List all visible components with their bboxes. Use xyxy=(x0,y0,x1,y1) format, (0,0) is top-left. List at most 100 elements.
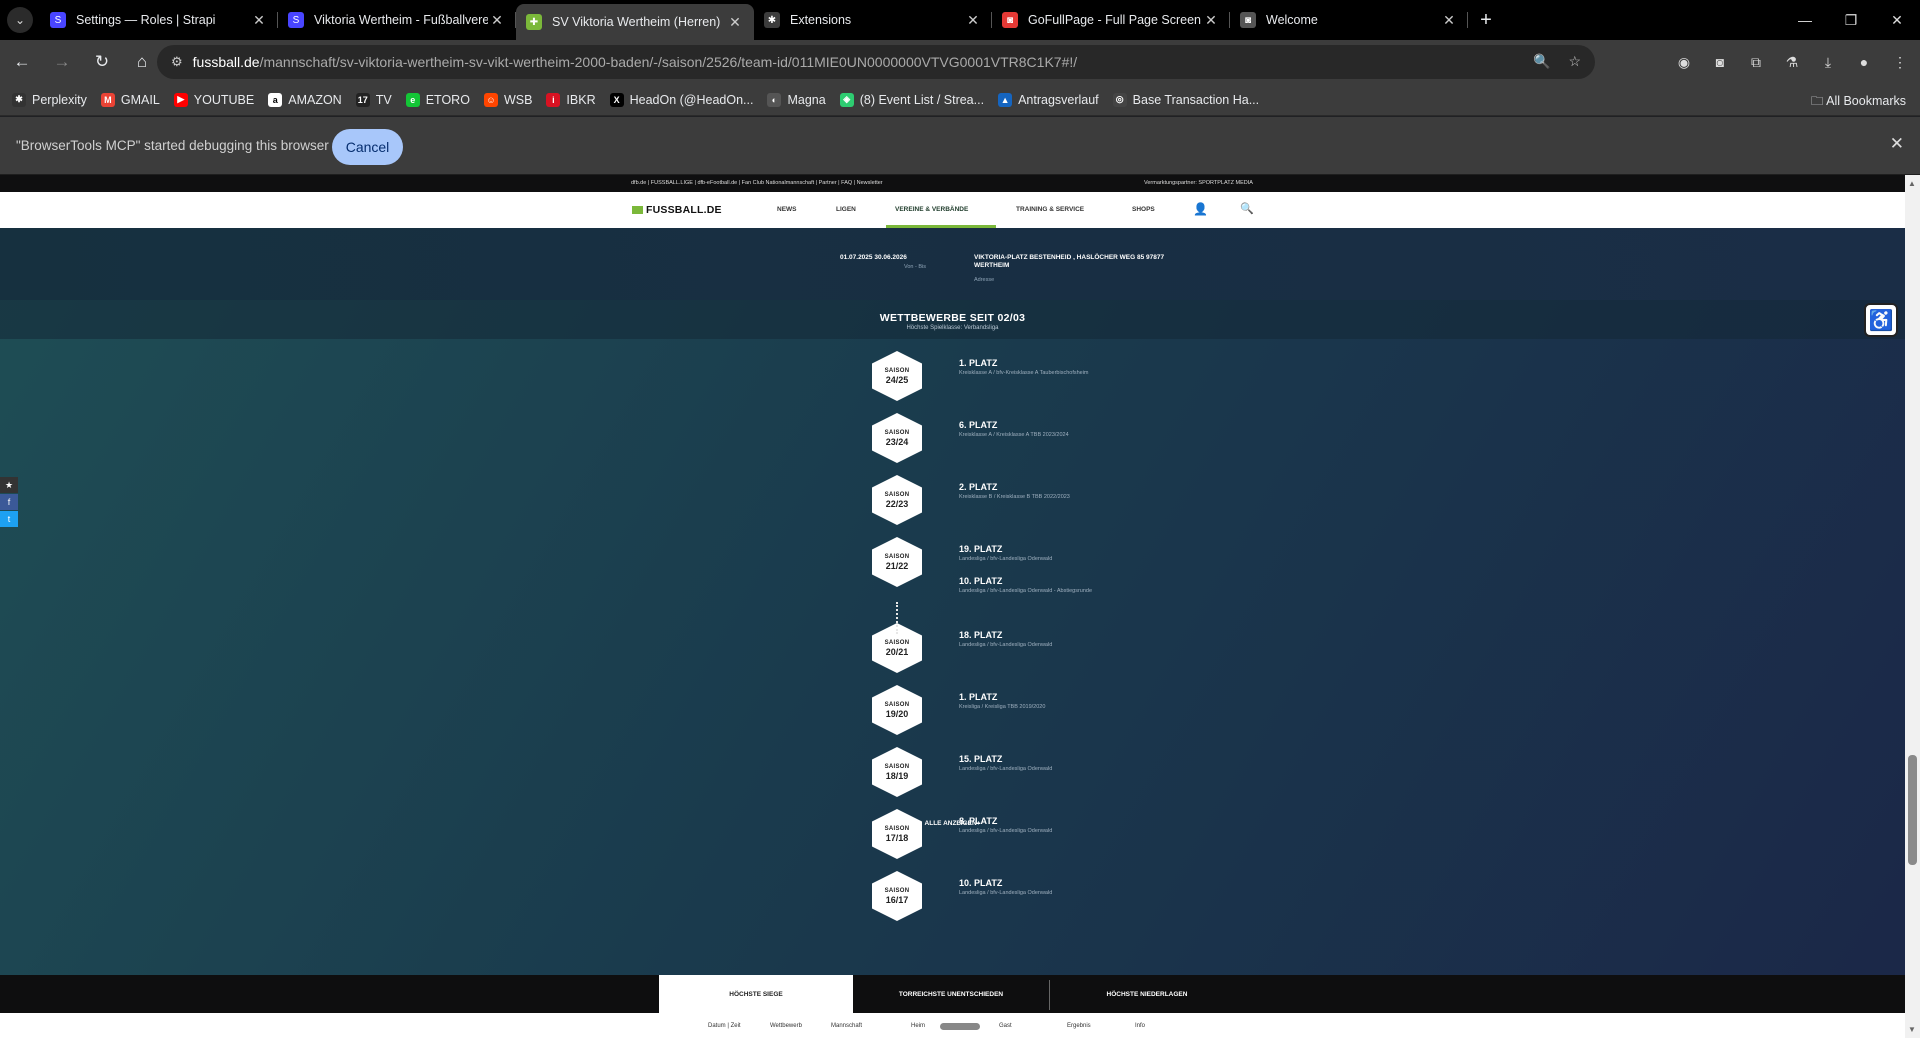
tab-close-icon[interactable]: ✕ xyxy=(1202,12,1220,29)
season-place[interactable]: 19. PLATZ xyxy=(959,544,1002,554)
browser-tab[interactable]: S Settings — Roles | Strapi ✕ xyxy=(40,0,278,40)
show-all-link[interactable]: ALLE ANZEIGEN+ xyxy=(0,820,1905,827)
tab-close-icon[interactable]: ✕ xyxy=(250,12,268,29)
tab-close-icon[interactable]: ✕ xyxy=(726,14,744,31)
bookmark-item[interactable]: ◈ (8) Event List / Strea... xyxy=(839,92,984,107)
window-controls: — ❐ ✕ xyxy=(1782,0,1920,40)
tab-close-icon[interactable]: ✕ xyxy=(1440,12,1458,29)
bookmark-label: TV xyxy=(375,92,392,107)
bookmark-star-icon[interactable]: ☆ xyxy=(1568,53,1581,70)
season-place[interactable]: 6. PLATZ xyxy=(959,420,997,430)
season-place[interactable]: 10. PLATZ xyxy=(959,878,1002,888)
th-wettbewerb: Wettbewerb xyxy=(770,1023,802,1029)
toggle-pill[interactable] xyxy=(940,1023,980,1030)
menu-kebab-icon[interactable]: ⋮ xyxy=(1888,46,1912,78)
new-tab-button[interactable]: + xyxy=(1468,9,1504,32)
bookmark-favicon-icon: ▲ xyxy=(998,92,1013,107)
season-place[interactable]: 15. PLATZ xyxy=(959,754,1002,764)
forward-button[interactable]: → xyxy=(44,44,80,80)
download-icon[interactable]: ⤓ xyxy=(1816,46,1840,78)
season-hexagon: SAISON 18/19 xyxy=(872,747,922,797)
minimize-icon[interactable]: — xyxy=(1782,0,1828,40)
browser-tab[interactable]: ✱ Extensions ✕ xyxy=(754,0,992,40)
all-bookmarks-button[interactable]: 🗀 All Bookmarks xyxy=(1811,92,1906,113)
bookmark-item[interactable]: a AMAZON xyxy=(268,92,342,107)
tab-favicon-icon: S xyxy=(50,12,66,28)
tab-title: Extensions xyxy=(790,13,852,27)
tab-hoechste-niederlagen[interactable]: HÖCHSTE NIEDERLAGEN xyxy=(1050,975,1244,1013)
tab-title: GoFullPage - Full Page Screen C xyxy=(1028,13,1202,27)
labs-flask-icon[interactable]: ⚗ xyxy=(1780,46,1804,78)
scroll-down-icon[interactable]: ▼ xyxy=(1908,1025,1916,1034)
extension-icon[interactable]: ◉ xyxy=(1672,46,1696,78)
tab-separator xyxy=(1467,12,1468,28)
season-year: 16/17 xyxy=(885,894,909,905)
close-icon[interactable]: ✕ xyxy=(1890,134,1904,154)
bookmark-item[interactable]: ◐ Magna xyxy=(767,92,826,107)
season-hexagon: SAISON 23/24 xyxy=(872,413,922,463)
bookmark-favicon-icon: a xyxy=(268,92,283,107)
bookmark-label: Magna xyxy=(787,92,826,107)
season-league: Landesliga / bfv-Landesliga Odenwald xyxy=(959,766,1053,772)
site-info-icon[interactable]: ⚙ xyxy=(171,54,183,70)
bookmark-item[interactable]: M GMAIL xyxy=(100,92,160,107)
bookmark-item[interactable]: ✱ Perplexity xyxy=(12,92,87,107)
url-text[interactable]: fussball.de/mannschaft/sv-viktoria-werth… xyxy=(193,54,1078,70)
bookmark-item[interactable]: ▲ Antragsverlauf xyxy=(998,92,1099,107)
bookmark-label: IBKR xyxy=(566,92,596,107)
browser-toolbar: ← → ↻ ⌂ ⚙ fussball.de/mannschaft/sv-vikt… xyxy=(0,40,1920,84)
browser-tab[interactable]: ✚ SV Viktoria Wertheim (Herren) ✕ xyxy=(516,4,754,40)
home-button[interactable]: ⌂ xyxy=(124,44,160,80)
season-place[interactable]: 10. PLATZ xyxy=(959,576,1002,586)
bookmark-item[interactable]: ☺ WSB xyxy=(483,92,532,107)
th-heim: Heim xyxy=(911,1023,926,1029)
profile-avatar[interactable]: ● xyxy=(1852,46,1876,78)
web-page: dfb.de | FUSSBALL.LIGE | dfb-eFootball.d… xyxy=(0,175,1905,1038)
bookmark-favicon-icon: ▶ xyxy=(173,92,188,107)
bookmark-item[interactable]: 17 TV xyxy=(355,92,392,107)
back-button[interactable]: ← xyxy=(4,44,40,80)
tab-favicon-icon: S xyxy=(288,12,304,28)
season-year: 17/18 xyxy=(885,832,909,843)
tab-close-icon[interactable]: ✕ xyxy=(964,12,982,29)
tab-title: SV Viktoria Wertheim (Herren) xyxy=(552,15,721,29)
bookmark-item[interactable]: X HeadOn (@HeadOn... xyxy=(609,92,753,107)
zoom-icon[interactable]: 🔍 xyxy=(1533,53,1550,70)
season-hexagon: SAISON 21/22 xyxy=(872,537,922,587)
bookmark-item[interactable]: i IBKR xyxy=(546,92,596,107)
season-place[interactable]: 2. PLATZ xyxy=(959,482,997,492)
close-window-icon[interactable]: ✕ xyxy=(1874,0,1920,40)
cancel-button[interactable]: Cancel xyxy=(332,129,403,165)
camera-icon[interactable]: ◙ xyxy=(1708,46,1732,78)
tab-strip: ⌄ S Settings — Roles | Strapi ✕ S Viktoria W… xyxy=(0,0,1920,40)
season-league: Landesliga / bfv-Landesliga Odenwald xyxy=(959,556,1053,562)
bookmark-item[interactable]: e ETORO xyxy=(405,92,470,107)
th-gast: Gast xyxy=(999,1023,1012,1029)
bookmark-favicon-icon: 17 xyxy=(355,92,370,107)
extensions-puzzle-icon[interactable]: ⧉ xyxy=(1744,46,1768,78)
season-hexagon: SAISON 19/20 xyxy=(872,685,922,735)
bookmark-favicon-icon: ◎ xyxy=(1112,92,1127,107)
scroll-up-icon[interactable]: ▲ xyxy=(1908,179,1916,188)
season-place[interactable]: 1. PLATZ xyxy=(959,692,997,702)
season-label: SAISON xyxy=(884,701,910,708)
bookmark-item[interactable]: ▶ YOUTUBE xyxy=(173,92,254,107)
browser-tab[interactable]: S Viktoria Wertheim - Fußballvere ✕ xyxy=(278,0,516,40)
browser-tab[interactable]: ◙ Welcome ✕ xyxy=(1230,0,1468,40)
reload-button[interactable]: ↻ xyxy=(84,44,120,80)
timeline-gap-dots xyxy=(896,602,898,634)
page-scrollbar[interactable]: ▲ ▼ xyxy=(1905,175,1920,1038)
tab-hoechste-siege[interactable]: HÖCHSTE SIEGE xyxy=(659,975,853,1013)
tab-close-icon[interactable]: ✕ xyxy=(488,12,506,29)
restore-icon[interactable]: ❐ xyxy=(1828,0,1874,40)
tab-search-button[interactable]: ⌄ xyxy=(0,0,40,40)
address-bar[interactable]: ⚙ fussball.de/mannschaft/sv-viktoria-wer… xyxy=(157,45,1595,79)
scrollbar-thumb[interactable] xyxy=(1908,755,1917,865)
bookmark-favicon-icon: ✱ xyxy=(12,92,26,107)
season-place[interactable]: 18. PLATZ xyxy=(959,630,1002,640)
season-year: 21/22 xyxy=(885,560,909,571)
tab-torreichste-unentschieden[interactable]: TORREICHSTE UNENTSCHIEDEN xyxy=(853,975,1049,1013)
bookmark-item[interactable]: ◎ Base Transaction Ha... xyxy=(1112,92,1259,107)
browser-tab[interactable]: ◙ GoFullPage - Full Page Screen C ✕ xyxy=(992,0,1230,40)
season-place[interactable]: 1. PLATZ xyxy=(959,358,997,368)
